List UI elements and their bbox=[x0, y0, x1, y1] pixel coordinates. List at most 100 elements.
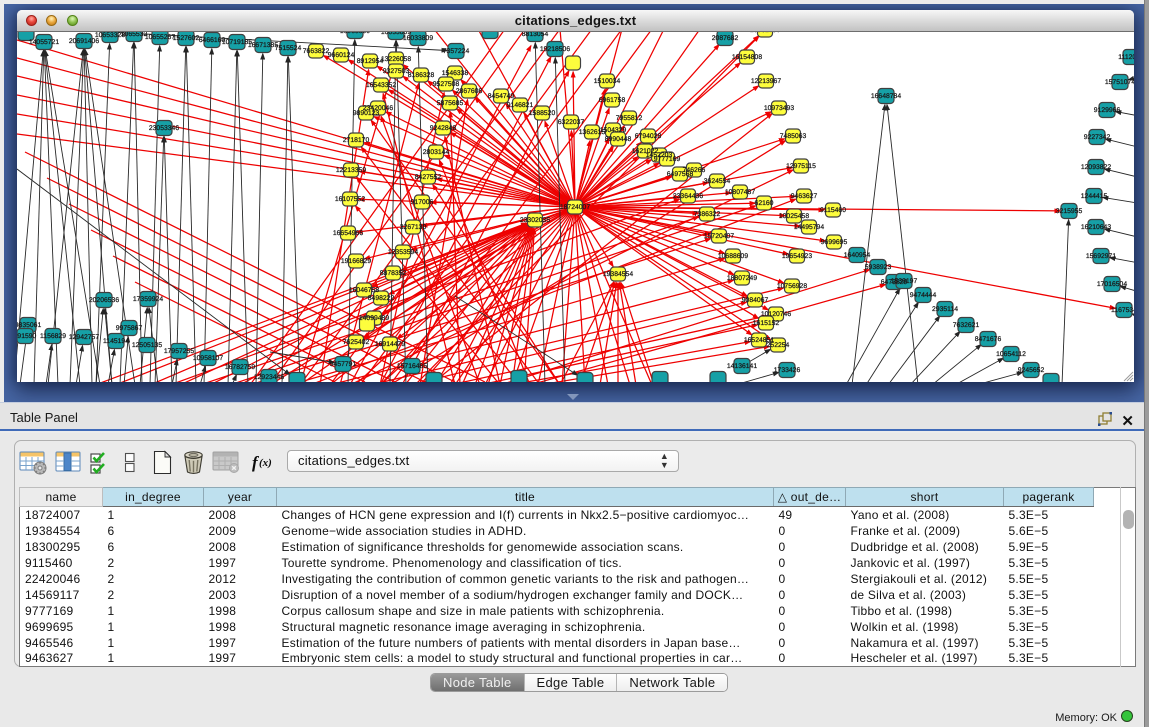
svg-text:9463627: 9463627 bbox=[791, 193, 818, 200]
svg-text:1615152: 1615152 bbox=[753, 320, 780, 327]
svg-text:9699695: 9699695 bbox=[821, 239, 848, 246]
svg-text:19166829: 19166829 bbox=[341, 258, 371, 265]
svg-text:12923446: 12923446 bbox=[254, 374, 284, 381]
svg-text:10655267: 10655267 bbox=[145, 34, 175, 41]
svg-text:1065532: 1065532 bbox=[121, 32, 148, 38]
svg-text:8427552: 8427552 bbox=[415, 174, 442, 181]
svg-text:10961758: 10961758 bbox=[750, 32, 780, 34]
svg-text:12942757: 12942757 bbox=[69, 334, 99, 341]
svg-text:14136141: 14136141 bbox=[727, 363, 757, 370]
svg-text:9835061: 9835061 bbox=[17, 322, 41, 329]
svg-text:1640954: 1640954 bbox=[844, 252, 871, 259]
svg-text:12093822: 12093822 bbox=[1081, 164, 1111, 171]
svg-text:19384554: 19384554 bbox=[603, 271, 633, 278]
svg-text:8498222: 8498222 bbox=[368, 295, 395, 302]
svg-text:10756928: 10756928 bbox=[777, 283, 807, 290]
svg-text:1156829: 1156829 bbox=[40, 333, 66, 340]
svg-text:16914479: 16914479 bbox=[375, 341, 405, 348]
svg-text:9242848: 9242848 bbox=[430, 125, 457, 132]
svg-text:9660124: 9660124 bbox=[328, 52, 355, 59]
svg-text:16046758: 16046758 bbox=[349, 287, 379, 294]
svg-text:9327503: 9327503 bbox=[383, 68, 410, 75]
svg-text:14495794: 14495794 bbox=[794, 224, 824, 231]
svg-text:9115460: 9115460 bbox=[820, 207, 846, 214]
svg-text:16154808: 16154808 bbox=[732, 54, 762, 61]
svg-text:2087682: 2087682 bbox=[712, 35, 739, 42]
svg-text:6794028: 6794028 bbox=[635, 133, 662, 140]
svg-text:9975867: 9975867 bbox=[116, 325, 143, 332]
svg-text:8471676: 8471676 bbox=[975, 336, 1002, 343]
svg-text:16782759: 16782759 bbox=[225, 364, 255, 371]
svg-text:13226058: 13226058 bbox=[381, 56, 411, 63]
svg-text:17359924: 17359924 bbox=[133, 296, 163, 303]
svg-text:8912954: 8912954 bbox=[357, 58, 384, 65]
svg-text:12505135: 12505135 bbox=[132, 342, 162, 349]
svg-text:2718170: 2718170 bbox=[343, 137, 370, 144]
svg-text:23053346: 23053346 bbox=[149, 125, 179, 132]
svg-text:16648784: 16648784 bbox=[871, 93, 901, 100]
svg-text:16210643: 16210643 bbox=[1081, 224, 1111, 231]
svg-text:1167534: 1167534 bbox=[1111, 307, 1134, 314]
svg-text:23364436: 23364436 bbox=[673, 193, 703, 200]
svg-text:5875685: 5875685 bbox=[437, 100, 464, 107]
svg-text:1546338: 1546338 bbox=[442, 70, 469, 77]
svg-text:20691406: 20691406 bbox=[69, 38, 99, 45]
svg-text:7485063: 7485063 bbox=[780, 133, 807, 140]
svg-text:16033809: 16033809 bbox=[403, 35, 433, 42]
svg-text:3267130: 3267130 bbox=[400, 224, 427, 231]
svg-text:6322037: 6322037 bbox=[558, 119, 585, 126]
svg-text:9777169: 9777169 bbox=[654, 156, 681, 163]
svg-text:10973493: 10973493 bbox=[764, 105, 794, 112]
svg-text:10688609: 10688609 bbox=[718, 253, 748, 260]
svg-text:15716485: 15716485 bbox=[397, 363, 427, 370]
svg-text:18807249: 18807249 bbox=[727, 275, 757, 282]
svg-text:7955812: 7955812 bbox=[616, 115, 643, 122]
svg-text:10654112: 10654112 bbox=[996, 351, 1026, 358]
svg-text:1733426: 1733426 bbox=[774, 367, 801, 374]
svg-text:9245652: 9245652 bbox=[1018, 367, 1045, 374]
svg-text:7357224: 7357224 bbox=[443, 48, 470, 55]
svg-text:8813054: 8813054 bbox=[522, 32, 549, 38]
svg-text:16543352: 16543352 bbox=[366, 82, 396, 89]
svg-text:1588520: 1588520 bbox=[529, 110, 556, 117]
svg-text:9527508: 9527508 bbox=[433, 81, 460, 88]
svg-text:62160: 62160 bbox=[755, 200, 774, 207]
svg-text:2803144: 2803144 bbox=[423, 149, 450, 156]
svg-text:12975115: 12975115 bbox=[786, 163, 816, 170]
svg-text:9084067: 9084067 bbox=[742, 297, 769, 304]
svg-text:5938923: 5938923 bbox=[865, 264, 892, 271]
svg-text:7632621: 7632621 bbox=[953, 322, 980, 329]
svg-text:1510034: 1510034 bbox=[594, 78, 621, 85]
svg-text:391590: 391590 bbox=[17, 333, 37, 340]
svg-text:16107552: 16107552 bbox=[335, 196, 365, 203]
svg-text:(x): (x) bbox=[259, 457, 272, 469]
svg-text:16654966: 16654966 bbox=[333, 230, 363, 237]
svg-text:8878352: 8878352 bbox=[380, 270, 407, 277]
svg-text:9890123: 9890123 bbox=[353, 110, 380, 117]
svg-text:20206536: 20206536 bbox=[89, 297, 119, 304]
svg-text:9129966: 9129966 bbox=[1094, 107, 1121, 114]
svg-text:23302035: 23302035 bbox=[520, 217, 550, 224]
svg-text:16933809: 16933809 bbox=[340, 32, 370, 35]
svg-text:10025458: 10025458 bbox=[779, 213, 809, 220]
svg-text:3215955: 3215955 bbox=[1056, 208, 1083, 215]
svg-text:17957255: 17957255 bbox=[164, 348, 194, 355]
svg-text:746266: 746266 bbox=[683, 167, 706, 174]
svg-text:2867608: 2867608 bbox=[456, 88, 483, 95]
svg-text:17016504: 17016504 bbox=[1097, 281, 1127, 288]
svg-text:8454749: 8454749 bbox=[488, 93, 515, 100]
svg-text:7625402: 7625402 bbox=[343, 339, 370, 346]
svg-text:2935114: 2935114 bbox=[932, 306, 958, 313]
svg-text:19654923: 19654923 bbox=[782, 253, 812, 260]
svg-text:8186328: 8186328 bbox=[408, 72, 435, 79]
svg-text:1539197: 1539197 bbox=[891, 278, 918, 285]
svg-text:12213967: 12213967 bbox=[751, 78, 781, 85]
svg-text:1244415: 1244415 bbox=[1081, 193, 1108, 200]
svg-text:1112049: 1112049 bbox=[1118, 54, 1134, 61]
svg-text:15692971: 15692971 bbox=[1086, 253, 1116, 260]
svg-text:15751074: 15751074 bbox=[1105, 79, 1134, 86]
svg-text:18724007: 18724007 bbox=[560, 204, 590, 211]
svg-text:8990448: 8990448 bbox=[605, 136, 632, 143]
svg-text:12353594: 12353594 bbox=[388, 249, 418, 256]
svg-text:1145194: 1145194 bbox=[103, 338, 129, 345]
